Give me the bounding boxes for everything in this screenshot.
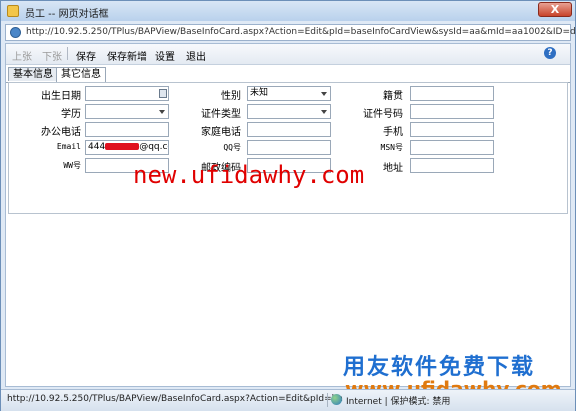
address-bar: http://10.92.5.250/TPlus/BAPView/BaseInf… bbox=[5, 24, 576, 41]
app-icon bbox=[7, 5, 19, 17]
ie-page-icon bbox=[10, 27, 21, 38]
title-bar[interactable]: 员工 -- 网页对话框 X bbox=[1, 1, 575, 21]
education-label: 学历 bbox=[61, 109, 81, 120]
other-info-form: 出生日期 性别 未知 籍贯 学历 证件类型 证件号码 办公电话 家庭电话 手机 … bbox=[8, 82, 568, 214]
home-phone-label: 家庭电话 bbox=[201, 127, 241, 138]
qq-input[interactable] bbox=[247, 140, 331, 155]
help-icon[interactable]: ? bbox=[544, 47, 556, 59]
id-number-input[interactable] bbox=[410, 104, 494, 119]
window-title: 员工 -- 网页对话框 bbox=[25, 9, 109, 20]
save-button[interactable]: 保存 bbox=[76, 48, 96, 63]
chevron-down-icon bbox=[321, 92, 327, 96]
mobile-input[interactable] bbox=[410, 122, 494, 137]
status-divider bbox=[327, 393, 328, 407]
prev-button[interactable]: 上张 bbox=[12, 48, 32, 63]
address-input[interactable] bbox=[410, 158, 494, 173]
native-place-input[interactable] bbox=[410, 86, 494, 101]
email-label: Email bbox=[56, 142, 81, 151]
save-new-button[interactable]: 保存新增 bbox=[107, 48, 147, 63]
watermark-url: new.ufidawhy.com bbox=[133, 161, 365, 189]
settings-button[interactable]: 设置 bbox=[155, 48, 175, 63]
gender-value: 未知 bbox=[250, 88, 269, 98]
msn-input[interactable] bbox=[410, 140, 494, 155]
office-phone-input[interactable] bbox=[85, 122, 169, 137]
exit-button[interactable]: 退出 bbox=[186, 48, 206, 63]
globe-icon bbox=[331, 394, 342, 405]
office-phone-label: 办公电话 bbox=[41, 127, 81, 138]
id-number-label: 证件号码 bbox=[363, 109, 403, 120]
next-button[interactable]: 下张 bbox=[42, 48, 62, 63]
chevron-down-icon bbox=[321, 110, 327, 114]
status-bar: http://10.92.5.250/TPlus/BAPView/BaseInf… bbox=[1, 389, 575, 411]
tab-strip: 基本信息 其它信息 bbox=[6, 67, 570, 83]
qq-label: QQ号 bbox=[223, 143, 241, 152]
toolbar-divider bbox=[67, 47, 68, 60]
mobile-label: 手机 bbox=[383, 127, 403, 138]
msn-label: MSN号 bbox=[380, 143, 403, 152]
email-input[interactable]: 444 @qq.com bbox=[85, 140, 169, 155]
ww-label: WW号 bbox=[63, 161, 81, 170]
tab-basic-info[interactable]: 基本信息 bbox=[8, 67, 58, 81]
gender-select[interactable]: 未知 bbox=[247, 86, 331, 101]
id-type-select[interactable] bbox=[247, 104, 331, 119]
chevron-down-icon bbox=[159, 110, 165, 114]
email-value-suffix: @qq.com bbox=[139, 142, 168, 152]
page-content: 上张 下张 保存 保存新增 设置 退出 ? 基本信息 其它信息 出生日期 性别 … bbox=[5, 43, 571, 387]
birth-date-input[interactable] bbox=[85, 86, 169, 101]
native-place-label: 籍贯 bbox=[383, 91, 403, 102]
education-select[interactable] bbox=[85, 104, 169, 119]
close-button[interactable]: X bbox=[538, 2, 572, 17]
dialog-window: 员工 -- 网页对话框 X http://10.92.5.250/TPlus/B… bbox=[0, 0, 576, 411]
address-url: http://10.92.5.250/TPlus/BAPView/BaseInf… bbox=[26, 27, 576, 37]
calendar-icon[interactable] bbox=[159, 89, 167, 98]
birth-date-label: 出生日期 bbox=[41, 91, 81, 102]
id-type-label: 证件类型 bbox=[201, 109, 241, 120]
status-url: http://10.92.5.250/TPlus/BAPView/BaseInf… bbox=[7, 394, 343, 404]
security-zone: Internet | 保护模式: 禁用 bbox=[346, 397, 451, 407]
gender-label: 性别 bbox=[221, 91, 241, 102]
tab-other-info[interactable]: 其它信息 bbox=[56, 67, 106, 83]
home-phone-input[interactable] bbox=[247, 122, 331, 137]
email-value-prefix: 444 bbox=[88, 142, 106, 152]
redaction-mark bbox=[105, 143, 140, 150]
toolbar: 上张 下张 保存 保存新增 设置 退出 ? bbox=[6, 44, 570, 65]
